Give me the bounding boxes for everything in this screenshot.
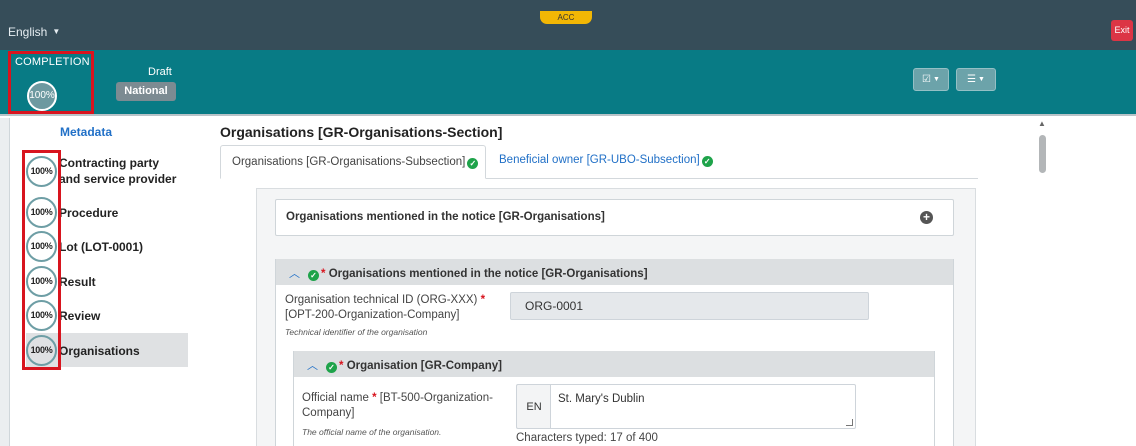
official-name-label: Official name * [BT-500-Organization-Com… (302, 391, 512, 421)
field-label-text: Official name (302, 392, 369, 404)
required-mark: * (339, 360, 344, 372)
language-label: English (8, 25, 48, 39)
official-name-textarea[interactable]: St. Mary's Dublin (550, 384, 856, 429)
required-mark: * (480, 294, 486, 306)
sidebar-item-label: Result (59, 274, 96, 289)
completion-progress-ring: 100% (27, 81, 57, 111)
chevron-up-icon[interactable]: ︿ (289, 268, 300, 280)
top-bar (0, 0, 1136, 50)
exit-button[interactable]: Exit (1111, 20, 1133, 41)
completion-indicator: COMPLETION 100% (8, 51, 94, 114)
progress-highlight-box (22, 150, 61, 370)
official-name-hint: The official name of the organisation. (302, 427, 442, 437)
language-code: EN (516, 384, 551, 429)
chevron-down-icon: ▼ (52, 27, 61, 36)
scope-badge: National (116, 82, 176, 101)
group-title: Organisations mentioned in the notice [G… (328, 268, 648, 280)
check-circle-icon: ✓ (467, 158, 479, 169)
scroll-up-arrow-icon[interactable]: ▲ (1038, 119, 1046, 128)
check-circle-icon: ✓ (308, 270, 319, 281)
company-group-header[interactable]: ︿ ✓ * Organisation [GR-Company] (294, 351, 934, 377)
sidebar-item-label: Lot (LOT-0001) (59, 239, 144, 254)
check-circle-icon: ✓ (701, 156, 713, 167)
settings-menu-button[interactable]: ☰ ▼ (956, 68, 996, 91)
chevron-down-icon: ▼ (978, 76, 985, 83)
organisations-group-header[interactable]: ︿ ✓ * Organisations mentioned in the notic… (276, 259, 953, 285)
group-title: Organisation [GR-Company] (346, 360, 502, 372)
tab-organisations[interactable]: Organisations [GR-Organisations-Subsecti… (220, 145, 486, 179)
required-mark: * (372, 392, 377, 404)
checklist-icon: ☑ (922, 74, 932, 85)
environment-badge: ACC (540, 11, 592, 24)
resize-handle-icon[interactable] (846, 419, 853, 426)
tab-label: Beneficial owner [GR-UBO-Subsection] (499, 154, 700, 166)
checklist-menu-button[interactable]: ☑ ▼ (913, 68, 949, 91)
language-selector[interactable]: English ▼ (8, 25, 60, 39)
sidebar-item-label: Contracting party and service provider (59, 156, 177, 186)
tab-beneficial-owner[interactable]: Beneficial owner [GR-UBO-Subsection] ✓ (499, 154, 713, 167)
field-label-text: Organisation technical ID (ORG-XXX) (285, 294, 478, 306)
required-mark: * (321, 268, 326, 280)
collapsed-group-card: Organisations mentioned in the notice [G… (275, 199, 954, 236)
sliders-icon: ☰ (967, 74, 977, 85)
group-title: Organisations mentioned in the notice [G… (286, 211, 605, 223)
technical-id-field[interactable]: ORG-0001 (510, 292, 869, 320)
completion-label: COMPLETION (15, 56, 90, 68)
left-frame (0, 118, 10, 446)
textarea-value: St. Mary's Dublin (558, 393, 645, 405)
chevron-down-icon: ▼ (933, 76, 940, 83)
tab-label: Organisations [GR-Organisations-Subsecti… (232, 156, 466, 168)
sidebar-item-label: Review (59, 308, 101, 323)
scrollbar-thumb[interactable] (1039, 135, 1046, 173)
sidebar-item-label: Organisations (59, 343, 140, 358)
check-circle-icon: ✓ (326, 362, 337, 373)
character-counter: Characters typed: 17 of 400 (516, 432, 658, 444)
field-code: [OPT-200-Organization-Company] (285, 309, 460, 321)
chevron-up-icon[interactable]: ︿ (307, 360, 318, 372)
add-circle-icon[interactable]: + (920, 211, 933, 224)
technical-id-hint: Technical identifier of the organisation (285, 327, 428, 337)
sidebar-item-metadata[interactable]: Metadata (60, 125, 112, 139)
technical-id-label: Organisation technical ID (ORG-XXX) * [O… (285, 293, 505, 323)
sidebar-item-label: Procedure (59, 205, 119, 220)
notice-status: Draft (148, 66, 172, 78)
section-title: Organisations [GR-Organisations-Section] (220, 124, 503, 140)
